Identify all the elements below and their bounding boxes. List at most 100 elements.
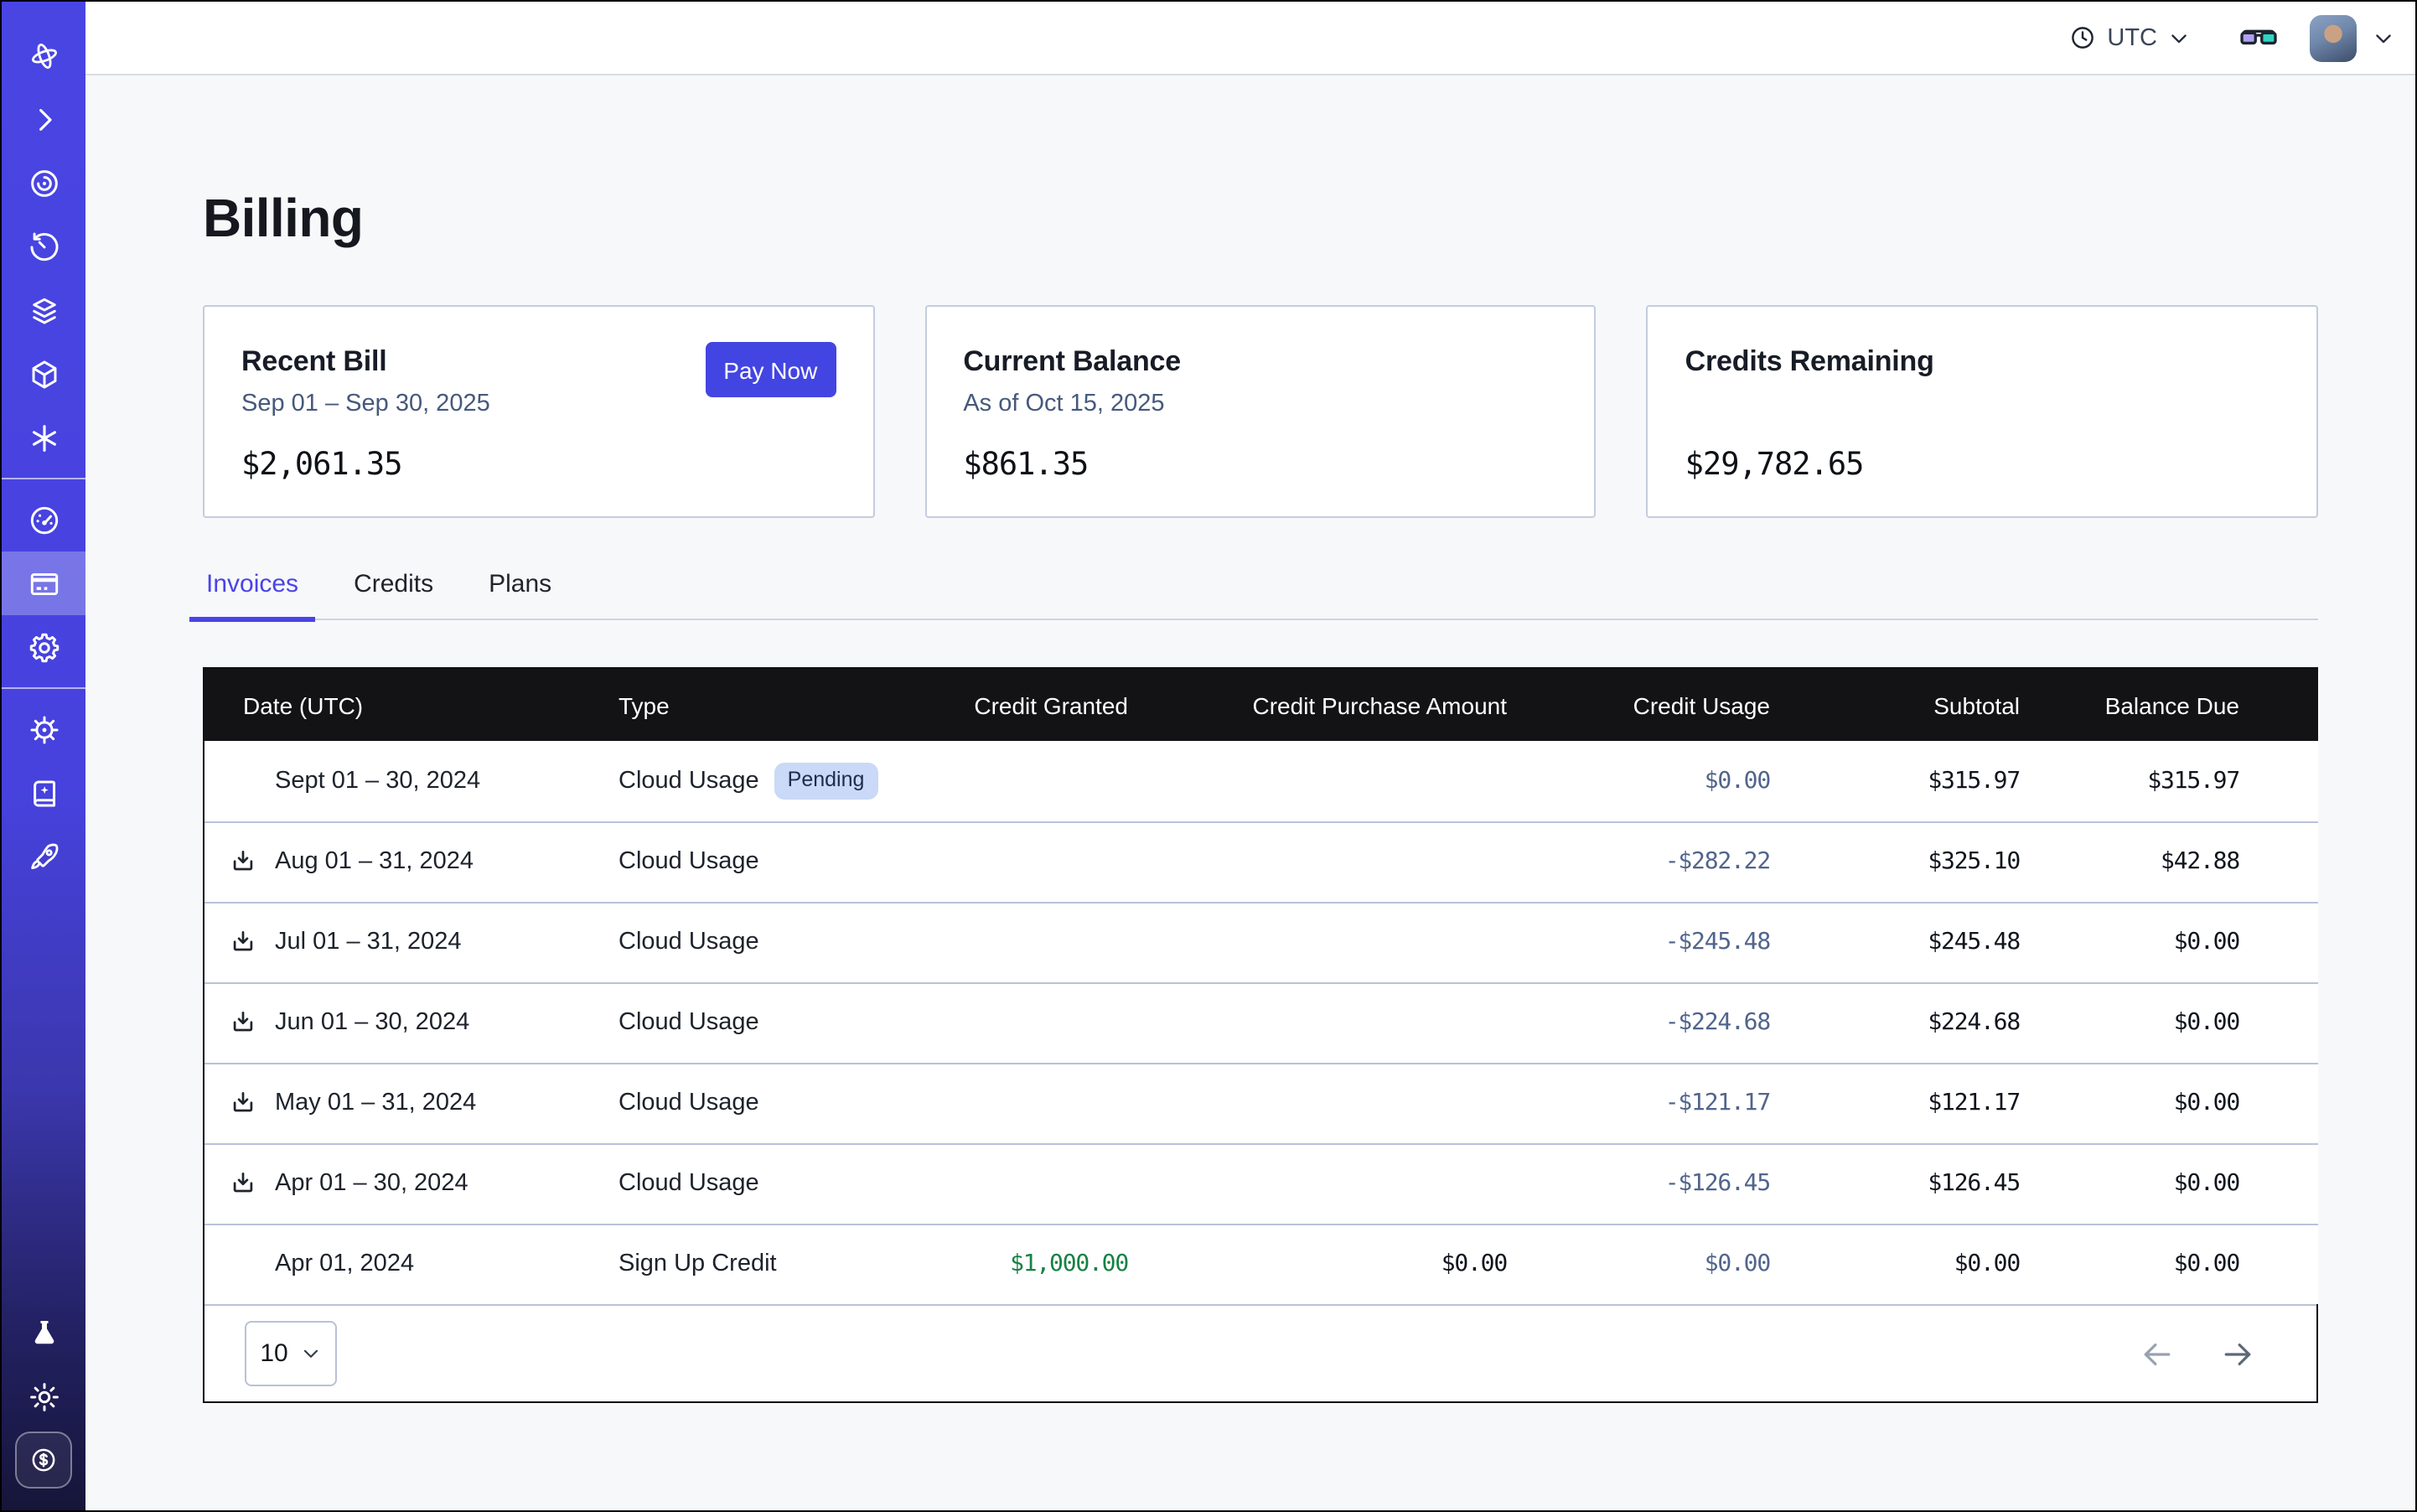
user-menu[interactable]: [2310, 14, 2395, 61]
nav-labs[interactable]: [2, 1301, 85, 1364]
timezone-label: UTC: [2107, 24, 2157, 51]
nav-theme-toggle[interactable]: [2, 1364, 85, 1428]
credit-purchase-cell: $0.00: [1128, 1224, 1507, 1304]
invoice-type: Cloud Usage: [618, 768, 759, 795]
subtotal-cell: $325.10: [1770, 821, 2020, 902]
chevron-right-icon: [26, 101, 61, 137]
nav-cube[interactable]: [2, 342, 85, 406]
credit-granted-cell: [903, 1063, 1128, 1143]
sidebar-logo[interactable]: [2, 23, 85, 87]
invoices-table: Date (UTC)TypeCredit GrantedCredit Purch…: [203, 667, 2318, 1403]
card-title: Current Balance: [963, 345, 1557, 379]
layers-icon: [26, 293, 61, 328]
balance-due-cell: $0.00: [2020, 902, 2318, 982]
download-icon[interactable]: [228, 1088, 258, 1118]
credit-usage-cell: -$245.48: [1507, 902, 1770, 982]
ship-wheel-icon: [26, 712, 61, 747]
sidebar-bottom: [2, 1301, 85, 1510]
tab-credits[interactable]: Credits: [350, 570, 437, 619]
credit-usage-cell: $0.00: [1507, 741, 1770, 821]
download-icon[interactable]: [228, 1007, 258, 1038]
history-icon: [26, 229, 61, 264]
nav-observe[interactable]: [2, 151, 85, 215]
rocket-icon: [26, 839, 61, 874]
credit-usage-cell: $0.00: [1507, 1224, 1770, 1304]
invoice-date: May 01 – 31, 2024: [275, 1090, 476, 1116]
invoice-date: Apr 01 – 30, 2024: [275, 1170, 468, 1197]
credit-granted-cell: [903, 982, 1128, 1063]
table-row: Aug 01 – 31, 2024Cloud Usage-$282.22$325…: [204, 821, 2318, 902]
credit-purchase-cell: [1128, 741, 1507, 821]
nav-layers[interactable]: [2, 278, 85, 342]
invoice-date: Jul 01 – 31, 2024: [275, 929, 462, 955]
tab-plans[interactable]: Plans: [485, 570, 555, 619]
download-icon[interactable]: [228, 927, 258, 957]
pagination: [2139, 1335, 2256, 1372]
page-title: Billing: [203, 188, 2318, 250]
invoice-date: Aug 01 – 31, 2024: [275, 848, 474, 875]
balance-due-cell: $0.00: [2020, 1143, 2318, 1224]
nav-support[interactable]: [2, 697, 85, 761]
previous-page-button arrow-left-icon[interactable]: [2139, 1335, 2176, 1372]
date-cell: Apr 01, 2024: [204, 1224, 618, 1304]
next-page-button arrow-right-icon[interactable]: [2219, 1335, 2256, 1372]
pay-now-button[interactable]: Pay Now: [705, 342, 836, 397]
sidebar-nav: [2, 23, 85, 888]
column-header: Type: [618, 669, 903, 741]
column-header: Subtotal: [1770, 669, 2020, 741]
tab-invoices[interactable]: Invoices: [203, 570, 302, 619]
invoice-type: Cloud Usage: [618, 929, 759, 955]
card-title: Credits Remaining: [1685, 345, 2280, 379]
nav-expand[interactable]: [2, 87, 85, 151]
timezone-selector[interactable]: UTC: [2068, 23, 2191, 52]
invoice-type: Sign Up Credit: [618, 1251, 777, 1278]
recent-bill-card: Recent Bill Sep 01 – Sep 30, 2025 $2,061…: [203, 305, 874, 518]
balance-due-cell: $0.00: [2020, 1063, 2318, 1143]
chevron-down-icon: [2167, 26, 2191, 49]
subtotal-cell: $224.68: [1770, 982, 2020, 1063]
subtotal-cell: $0.00: [1770, 1224, 2020, 1304]
cube-icon: [26, 356, 61, 391]
type-cell: Cloud Usage: [618, 821, 903, 902]
avatar: [2310, 14, 2357, 61]
nav-gauge[interactable]: [2, 488, 85, 551]
nav-docs[interactable]: [2, 761, 85, 825]
sidebar-divider: [2, 478, 85, 479]
eye-icon: [26, 165, 61, 200]
dollar-badge-icon: [27, 1443, 60, 1477]
type-cell: Cloud Usage: [618, 1063, 903, 1143]
type-cell: Sign Up Credit: [618, 1224, 903, 1304]
date-cell: Jun 01 – 30, 2024: [204, 982, 618, 1063]
subtotal-cell: $121.17: [1770, 1063, 2020, 1143]
date-cell: Sept 01 – 30, 2024: [204, 741, 618, 821]
balance-due-cell: $42.88: [2020, 821, 2318, 902]
nav-asterisk[interactable]: [2, 406, 85, 469]
credits-button[interactable]: [15, 1432, 72, 1489]
nav-getting-started[interactable]: [2, 825, 85, 888]
subtotal-cell: $245.48: [1770, 902, 2020, 982]
nav-billing[interactable]: [2, 551, 85, 615]
column-header: Balance Due: [2020, 669, 2318, 741]
sidebar-bottom-pad: [2, 1492, 85, 1510]
credit-usage-cell: -$126.45: [1507, 1143, 1770, 1224]
table-row: Apr 01, 2024Sign Up Credit$1,000.00$0.00…: [204, 1224, 2318, 1304]
download-icon[interactable]: [228, 847, 258, 877]
nav-settings[interactable]: [2, 615, 85, 679]
balance-due-cell: $0.00: [2020, 982, 2318, 1063]
download-icon[interactable]: [228, 1168, 258, 1199]
date-cell: Apr 01 – 30, 2024: [204, 1143, 618, 1224]
status-badge: Pending: [774, 763, 878, 799]
invoice-date: Sept 01 – 30, 2024: [275, 768, 480, 795]
column-header: Credit Usage: [1507, 669, 1770, 741]
balance-due-cell: $315.97: [2020, 741, 2318, 821]
sidebar-divider: [2, 687, 85, 689]
sun-icon: [26, 1379, 61, 1414]
card-amount: $861.35: [963, 448, 1557, 483]
appearance-toggle[interactable]: [2238, 17, 2280, 59]
credit-purchase-cell: [1128, 982, 1507, 1063]
nav-history[interactable]: [2, 215, 85, 278]
page-size-select[interactable]: 10: [245, 1321, 337, 1386]
credit-usage-cell: -$121.17: [1507, 1063, 1770, 1143]
credit-purchase-cell: [1128, 1143, 1507, 1224]
card-subtitle: As of Oct 15, 2025: [963, 391, 1557, 417]
